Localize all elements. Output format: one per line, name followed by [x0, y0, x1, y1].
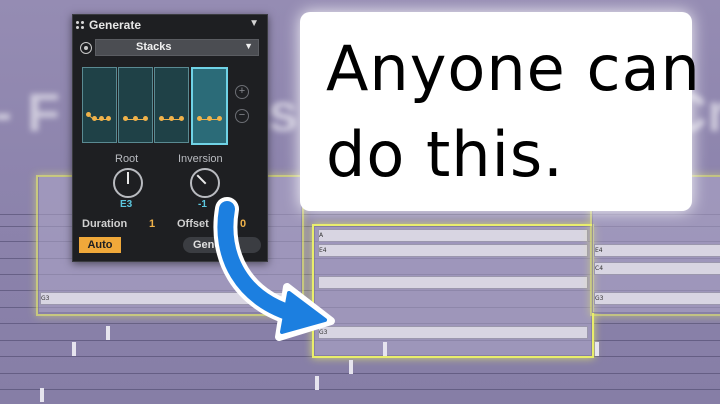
- device-title: Generate: [89, 18, 142, 32]
- midi-note[interactable]: [594, 292, 720, 305]
- collapse-triangle-icon[interactable]: ▼: [249, 18, 259, 29]
- velocity-marker[interactable]: [595, 342, 599, 356]
- caption-line-2: do this.: [326, 118, 564, 191]
- device-dots-icon: [76, 21, 84, 29]
- duration-label: Duration: [82, 218, 128, 230]
- auto-button[interactable]: Auto: [79, 237, 121, 253]
- caption-line-1: Anyone can: [326, 32, 701, 105]
- device-title-bar[interactable]: Generate ▼: [73, 15, 267, 35]
- note-label: C4: [595, 265, 604, 272]
- velocity-marker[interactable]: [72, 342, 76, 356]
- caption-callout: Anyone can do this.: [300, 12, 700, 211]
- pattern-slot-4-selected[interactable]: [191, 67, 228, 145]
- velocity-marker[interactable]: [383, 342, 387, 356]
- note-label: G3: [41, 295, 50, 302]
- root-label: Root: [115, 153, 139, 165]
- power-toggle-icon[interactable]: [80, 42, 92, 54]
- pattern-slot-2[interactable]: [118, 67, 153, 143]
- root-knob[interactable]: [113, 168, 143, 198]
- velocity-marker[interactable]: [315, 376, 319, 390]
- velocity-marker[interactable]: [349, 360, 353, 374]
- midi-note[interactable]: [594, 262, 720, 275]
- duration-value[interactable]: 1: [149, 218, 155, 230]
- remove-pattern-icon[interactable]: −: [235, 109, 249, 123]
- inversion-label: Inversion: [178, 153, 223, 165]
- pattern-slot-1[interactable]: [82, 67, 117, 143]
- lane-divider: [0, 389, 720, 390]
- preset-dropdown-value: Stacks: [136, 41, 172, 53]
- chevron-down-icon: ▼: [244, 41, 253, 51]
- offset-label: Offset: [177, 218, 209, 230]
- inversion-knob[interactable]: [190, 168, 220, 198]
- root-value: E3: [120, 199, 133, 210]
- screenshot-stage: - F s Cr G3 A E4 G3 E4: [0, 0, 720, 404]
- midi-note[interactable]: [594, 244, 720, 257]
- preset-dropdown[interactable]: Stacks ▼: [95, 39, 259, 56]
- velocity-marker[interactable]: [40, 388, 44, 402]
- pointer-arrow-icon: [213, 197, 335, 341]
- pattern-slot-3[interactable]: [154, 67, 189, 143]
- velocity-marker[interactable]: [106, 326, 110, 340]
- add-pattern-icon[interactable]: +: [235, 85, 249, 99]
- note-label: E4: [595, 247, 603, 254]
- note-label: G3: [595, 295, 604, 302]
- background-title-left: - F: [0, 83, 60, 143]
- lane-divider: [0, 373, 720, 374]
- background-title-mid: s: [268, 83, 299, 143]
